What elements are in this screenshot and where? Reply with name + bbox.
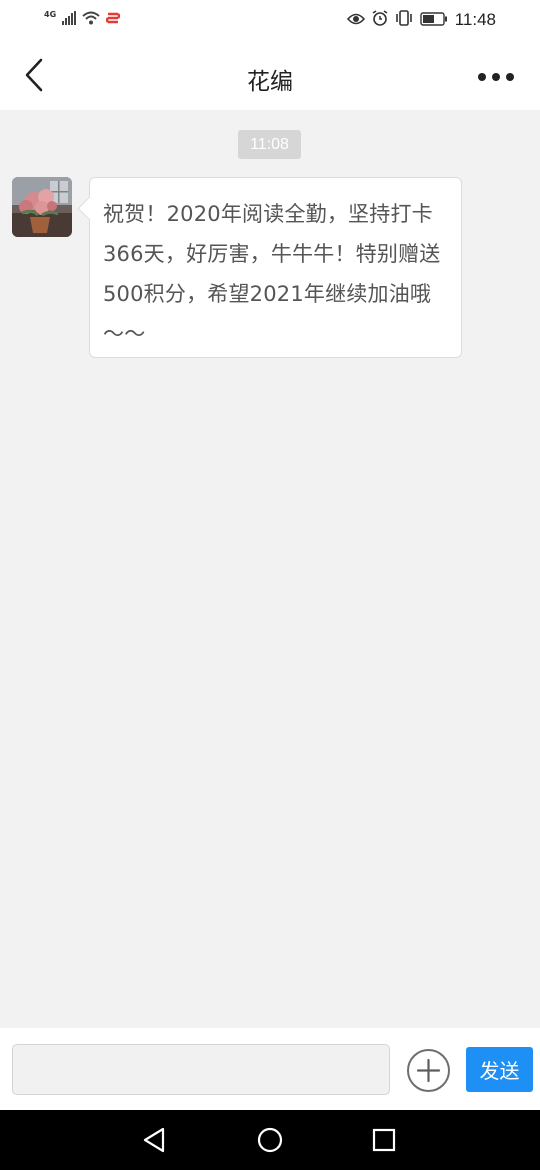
- more-dot: [492, 73, 500, 81]
- plus-circle-icon: [416, 1058, 441, 1083]
- plus-button[interactable]: [407, 1049, 450, 1092]
- status-left-group: 4G: [44, 9, 121, 29]
- message-bubble[interactable]: 祝贺！2020年阅读全勤，坚持打卡366天，好厉害，牛牛牛！特别赠送500积分，…: [89, 177, 462, 358]
- composer-bar: 发送: [0, 1028, 540, 1110]
- app-notification-icon: [105, 10, 121, 29]
- network-type-label: 4G: [44, 9, 57, 19]
- more-dot: [506, 73, 514, 81]
- home-circle-icon: [257, 1127, 283, 1153]
- recents-square-icon: [372, 1128, 396, 1152]
- wifi-icon: [82, 10, 100, 29]
- alarm-icon: [372, 10, 388, 30]
- page-title: 花编: [247, 69, 293, 95]
- vibrate-icon: [395, 10, 413, 30]
- message-text: 祝贺！2020年阅读全勤，坚持打卡366天，好厉害，牛牛牛！特别赠送500积分，…: [103, 202, 441, 346]
- eye-icon: [346, 11, 365, 30]
- message-timestamp: 11:08: [238, 130, 301, 159]
- battery-icon: [420, 11, 448, 30]
- status-bar: 4G 11:48: [0, 0, 540, 44]
- more-dots-icon: [478, 73, 486, 81]
- more-options-button[interactable]: [478, 66, 514, 88]
- status-right-group: 11:48: [346, 10, 496, 30]
- system-home-button[interactable]: [254, 1124, 286, 1156]
- flower-avatar-icon: [12, 177, 72, 237]
- system-nav-bar: [0, 1110, 540, 1170]
- status-time: 11:48: [454, 10, 496, 29]
- avatar[interactable]: [12, 177, 72, 237]
- back-triangle-icon: [143, 1127, 165, 1153]
- signal-icon: [62, 10, 77, 29]
- message-input[interactable]: [12, 1044, 390, 1095]
- send-button[interactable]: 发送: [466, 1047, 533, 1092]
- chat-area[interactable]: 11:08 祝贺！2020年阅读全勤，坚持打卡366天，好厉害，牛牛牛！特别赠送…: [0, 110, 540, 1028]
- system-back-button[interactable]: [138, 1124, 170, 1156]
- system-recents-button[interactable]: [368, 1124, 400, 1156]
- nav-bar: 花编: [0, 44, 540, 110]
